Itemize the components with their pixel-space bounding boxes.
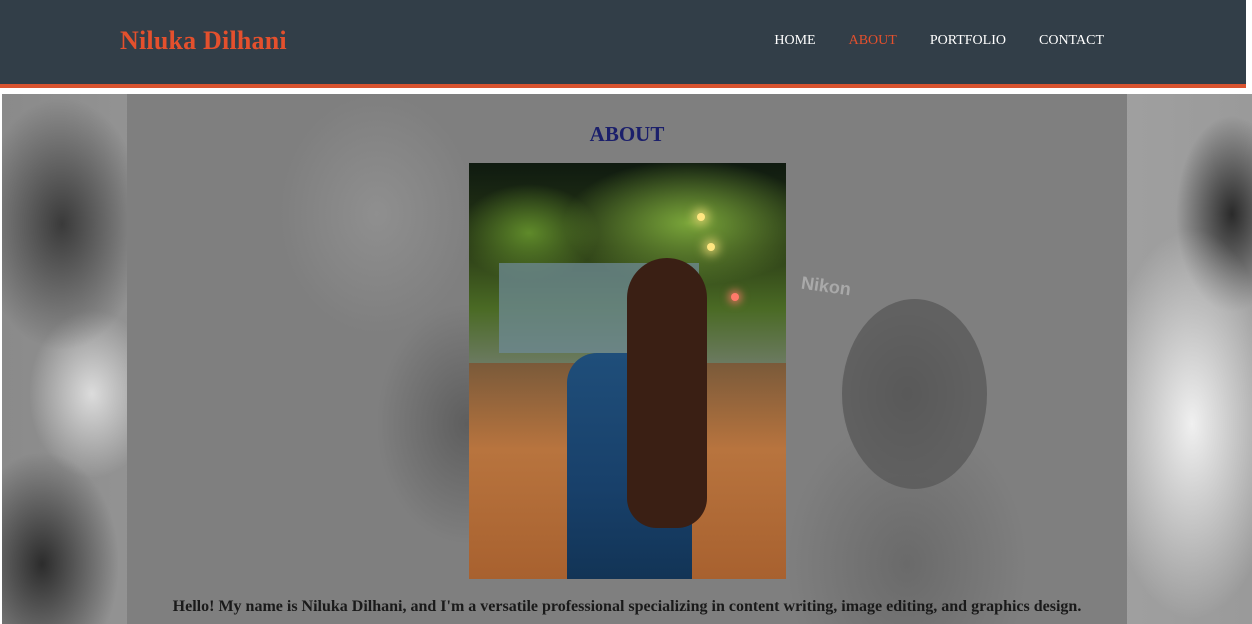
site-header: Niluka Dilhani HOME ABOUT PORTFOLIO CONT… [0,0,1246,88]
nav-link-about[interactable]: ABOUT [849,33,897,49]
background-camera-lens [842,299,987,489]
background-camera-brand: Nikon [799,272,853,300]
about-section-background: Nikon ABOUT Hello! My name is Niluka Dil… [2,94,1252,624]
profile-photo [469,163,786,579]
nav-link-home[interactable]: HOME [774,33,815,49]
photo-light [707,243,715,251]
photo-person [567,258,707,579]
photo-light [697,213,705,221]
nav-link-portfolio[interactable]: PORTFOLIO [930,33,1006,49]
about-bio-text: Hello! My name is Niluka Dilhani, and I'… [172,598,1082,615]
about-heading: ABOUT [589,122,665,146]
about-content-panel: Nikon ABOUT Hello! My name is Niluka Dil… [127,94,1127,624]
nav-link-contact[interactable]: CONTACT [1039,33,1104,49]
brand-logo-text[interactable]: Niluka Dilhani [120,26,287,56]
photo-light [731,293,739,301]
photo-hair [627,258,707,528]
main-nav: HOME ABOUT PORTFOLIO CONTACT [741,33,1104,49]
